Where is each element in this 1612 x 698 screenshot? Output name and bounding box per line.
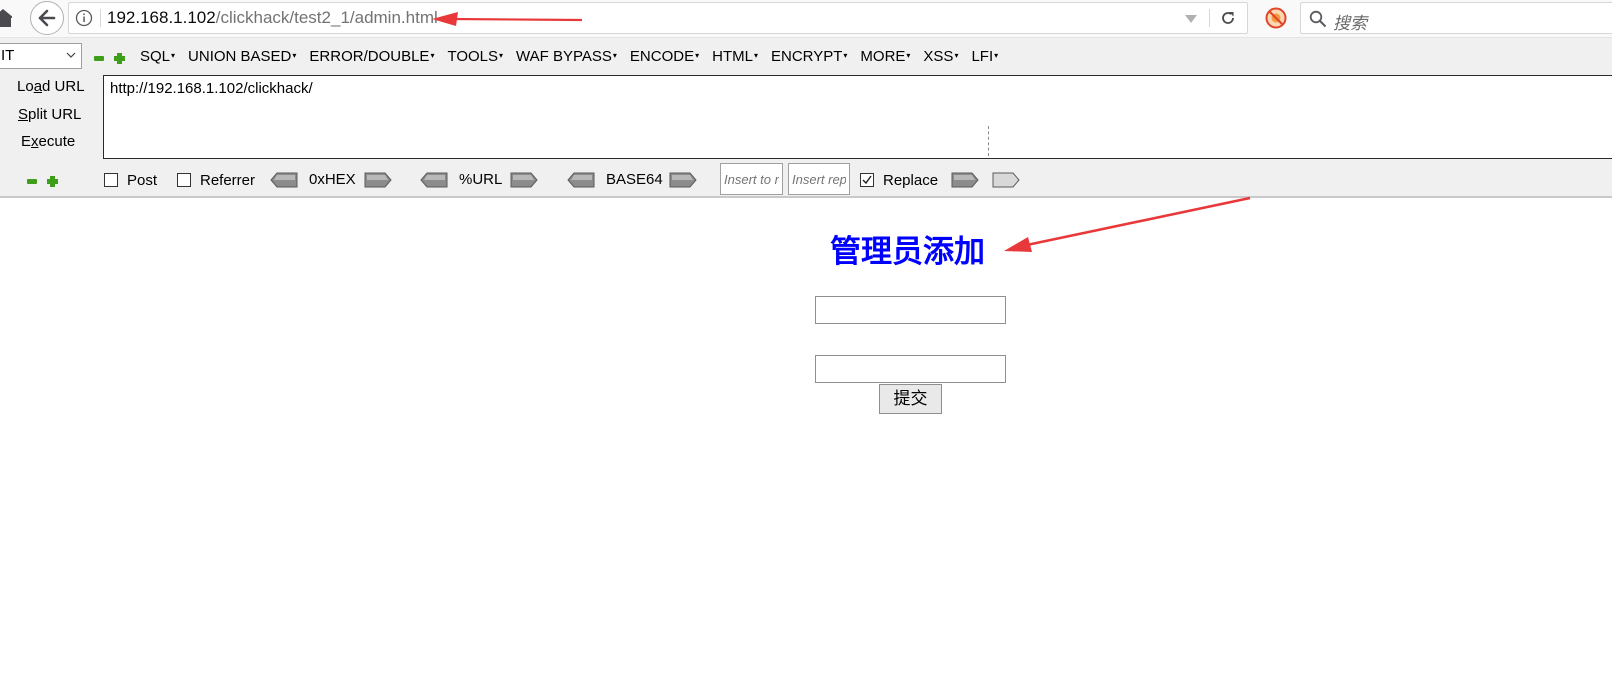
replace-checkbox[interactable] <box>860 173 874 187</box>
hackbar-menu-item-label: SQL <box>140 48 171 65</box>
addon-blocker-icon[interactable] <box>1265 7 1287 29</box>
search-placeholder: 搜索 <box>1333 14 1367 33</box>
hackbar-select[interactable]: IT <box>0 43 82 69</box>
url-host: 192.168.1.102 <box>107 8 216 27</box>
hackbar-menu-item[interactable]: ERROR/DOUBLE▾ <box>309 48 434 68</box>
hackbar-divider <box>0 196 1612 198</box>
minus-icon[interactable] <box>27 179 37 184</box>
hackbar-menu-item[interactable]: UNION BASED▾ <box>188 48 296 68</box>
load-url-button[interactable]: Load URL <box>17 78 85 95</box>
insert-to-replace-input[interactable] <box>720 163 783 195</box>
url-decode-arrow-icon[interactable] <box>420 172 448 188</box>
hackbar-panel: IT SQL▾ UNION BASED▾ ERROR/DOUBLE▾ TOOLS▾ WA… <box>0 38 1612 197</box>
url-path: /clickhack/test2_1/admin.html <box>215 8 438 27</box>
password-input[interactable] <box>815 355 1006 383</box>
caret-down-icon: ▾ <box>954 51 959 60</box>
browser-toolbar: 192.168.1.102/clickhack/test2_1/admin.ht… <box>0 0 1612 38</box>
hackbar-menu-item-label: LFI <box>971 48 994 65</box>
hackbar-url-input[interactable]: http://192.168.1.102/clickhack/ <box>103 75 1612 159</box>
split-url-button[interactable]: Split URL <box>18 106 81 123</box>
search-bar[interactable]: 搜索 <box>1300 2 1612 34</box>
url-text[interactable]: 192.168.1.102/clickhack/test2_1/admin.ht… <box>107 8 438 28</box>
caret-down-icon: ▾ <box>499 51 504 60</box>
submit-button[interactable]: 提交 <box>879 384 942 414</box>
hackbar-menu-item-label: XSS <box>923 48 954 65</box>
reload-icon[interactable] <box>1219 9 1237 27</box>
base64-label: BASE64 <box>606 171 663 188</box>
url-bar-separator <box>1209 9 1210 27</box>
replace-label: Replace <box>883 172 939 189</box>
dashed-separator <box>988 126 989 156</box>
hex-decode-arrow-icon[interactable] <box>270 172 298 188</box>
hackbar-menu-item-label: ENCRYPT <box>770 48 843 65</box>
page-title: 管理员添加 <box>830 234 985 270</box>
caret-down-icon: ▾ <box>753 51 758 60</box>
hackbar-menu-item-label: ERROR/DOUBLE <box>309 48 430 65</box>
hex-encode-arrow-icon[interactable] <box>364 172 392 188</box>
plus-icon[interactable] <box>47 176 58 187</box>
hackbar-menu-item[interactable]: ENCRYPT▾ <box>771 48 847 68</box>
post-checkbox[interactable] <box>104 173 118 187</box>
hackbar-menu-item-label: UNION BASED <box>188 48 292 65</box>
hex-label: 0xHEX <box>309 171 356 188</box>
hackbar-menu-item[interactable]: HTML▾ <box>712 48 758 68</box>
hackbar-menu-item[interactable]: XSS▾ <box>923 48 958 68</box>
hackbar-menu-item[interactable]: SQL▾ <box>140 48 175 68</box>
username-input[interactable] <box>815 296 1006 324</box>
hackbar-menu-item-label: MORE <box>860 48 906 65</box>
checkmark-icon <box>862 175 872 185</box>
caret-down-icon: ▾ <box>292 51 297 60</box>
url-bar[interactable]: 192.168.1.102/clickhack/test2_1/admin.ht… <box>68 2 1248 34</box>
hackbar-menu-item-label: HTML <box>712 48 753 65</box>
hackbar-menu-item-label: WAF BYPASS <box>516 48 612 65</box>
caret-down-icon: ▾ <box>695 51 700 60</box>
hackbar-select-value: IT <box>1 47 15 64</box>
insert-replacement-input[interactable] <box>788 163 850 195</box>
url-bar-separator <box>100 9 101 27</box>
replace-all-arrow-icon[interactable] <box>992 172 1020 188</box>
hackbar-menu-item[interactable]: LFI▾ <box>971 48 998 68</box>
execute-button[interactable]: Execute <box>21 133 75 150</box>
hackbar-menu-item[interactable]: ENCODE▾ <box>630 48 699 68</box>
annotation-arrow-heading <box>1004 196 1251 252</box>
dropdown-triangle-icon[interactable] <box>1184 14 1198 24</box>
caret-down-icon: ▾ <box>906 51 911 60</box>
home-icon[interactable] <box>0 6 12 30</box>
replace-arrow-icon[interactable] <box>951 172 979 188</box>
caret-down-icon: ▾ <box>430 51 435 60</box>
chevron-down-icon <box>66 52 76 58</box>
back-button[interactable] <box>30 1 64 35</box>
hackbar-menu-item[interactable]: WAF BYPASS▾ <box>516 48 617 68</box>
hackbar-menu-item[interactable]: MORE▾ <box>860 48 910 68</box>
caret-down-icon: ▾ <box>843 51 848 60</box>
info-icon[interactable] <box>75 9 93 27</box>
hackbar-menu-item[interactable]: TOOLS▾ <box>447 48 503 68</box>
referrer-label: Referrer <box>200 172 256 189</box>
post-label: Post <box>127 172 158 189</box>
caret-down-icon: ▾ <box>612 51 617 60</box>
hackbar-menu-item-label: TOOLS <box>447 48 499 65</box>
caret-down-icon: ▾ <box>171 51 176 60</box>
base64-encode-arrow-icon[interactable] <box>669 172 697 188</box>
base64-decode-arrow-icon[interactable] <box>567 172 595 188</box>
referrer-checkbox[interactable] <box>177 173 191 187</box>
minus-icon[interactable] <box>94 56 104 61</box>
caret-down-icon: ▾ <box>994 51 999 60</box>
back-arrow-icon <box>38 9 56 27</box>
hackbar-menu: SQL▾ UNION BASED▾ ERROR/DOUBLE▾ TOOLS▾ WAF B… <box>140 48 1011 68</box>
hackbar-menu-item-label: ENCODE <box>629 48 695 65</box>
plus-icon[interactable] <box>114 53 125 64</box>
search-icon <box>1309 10 1327 28</box>
url-encode-label: %URL <box>459 171 503 188</box>
url-encode-arrow-icon[interactable] <box>510 172 538 188</box>
